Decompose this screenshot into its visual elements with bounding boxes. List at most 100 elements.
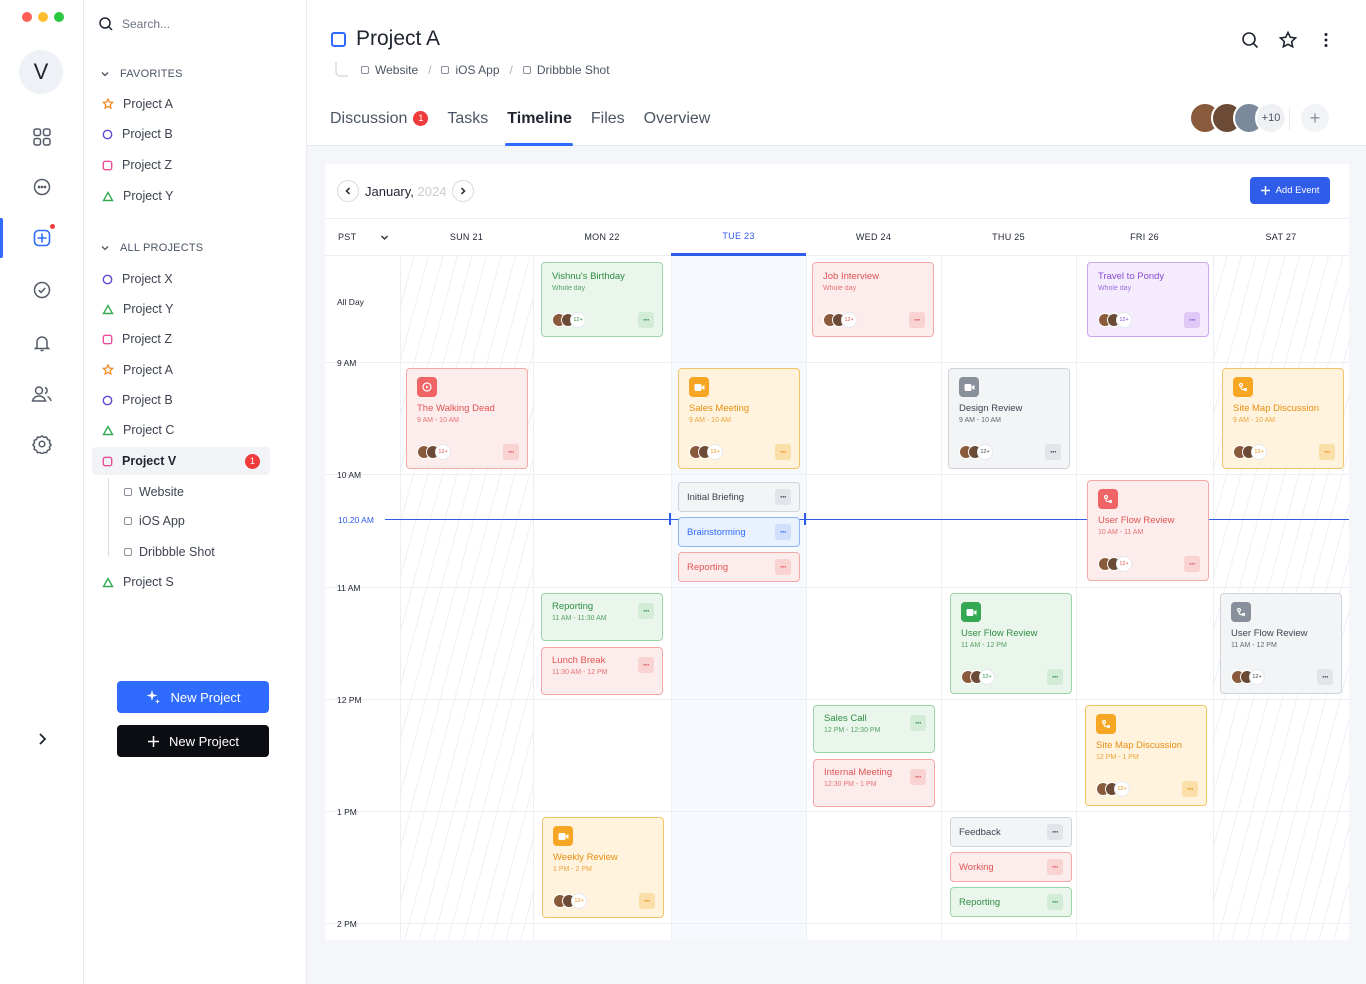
user-avatar[interactable]: V <box>19 50 63 94</box>
event-sales-call[interactable]: Sales Call 12 PM - 12:30 PM ··· <box>813 705 935 753</box>
event-reporting[interactable]: Reporting 11 AM - 11:30 AM ··· <box>541 593 663 641</box>
tab-files[interactable]: Files <box>591 110 634 146</box>
favorites-header[interactable]: FAVORITES <box>100 68 183 80</box>
event-reporting[interactable]: Reporting ··· <box>678 552 800 582</box>
event-working[interactable]: Working ··· <box>950 852 1072 882</box>
attendee-avatars[interactable]: 12+ <box>553 893 587 909</box>
more-horizontal-icon[interactable]: ··· <box>1047 669 1063 685</box>
sidebar-item-project-z[interactable]: Project Z <box>98 325 268 353</box>
event-job-interview[interactable]: Job Interview Whole day 12+ ··· <box>812 262 934 337</box>
attendee-avatars[interactable]: 12+ <box>689 444 723 460</box>
event-the-walking-dead[interactable]: The Walking Dead 9 AM - 10 AM 12+ ··· <box>406 368 528 469</box>
sidebar-item-project-y[interactable]: Project Y <box>98 182 268 210</box>
subpage-website[interactable]: Website <box>124 485 184 499</box>
sidebar-item-project-x[interactable]: Project X <box>98 265 268 293</box>
tab-tasks[interactable]: Tasks <box>447 110 497 146</box>
all-projects-header[interactable]: ALL PROJECTS <box>100 242 203 254</box>
sidebar-item-project-b[interactable]: Project B <box>98 120 268 148</box>
more-horizontal-icon[interactable]: ··· <box>775 489 791 505</box>
expand-sidebar-icon[interactable] <box>34 731 50 752</box>
event-user-flow-review[interactable]: User Flow Review 11 AM - 12 PM 12+ ··· <box>950 593 1072 694</box>
sidebar-item-project-a[interactable]: Project A <box>98 90 268 118</box>
day-header-5[interactable]: FRI 26 <box>1076 218 1213 256</box>
sidebar-item-project-z[interactable]: Project Z <box>98 151 268 179</box>
more-horizontal-icon[interactable]: ··· <box>638 603 654 619</box>
new-project-button-dark[interactable]: New Project <box>117 725 269 757</box>
attendee-avatars[interactable]: 12+ <box>1233 444 1267 460</box>
users-icon[interactable] <box>28 380 56 408</box>
attendee-avatars[interactable]: 12+ <box>1098 312 1132 328</box>
event-reporting[interactable]: Reporting ··· <box>950 887 1072 917</box>
more-horizontal-icon[interactable]: ··· <box>910 715 926 731</box>
more-horizontal-icon[interactable]: ··· <box>1045 444 1061 460</box>
more-horizontal-icon[interactable]: ··· <box>1317 669 1333 685</box>
more-horizontal-icon[interactable]: ··· <box>775 444 791 460</box>
search-placeholder[interactable]: Search... <box>122 17 170 31</box>
breadcrumb-dribbble-shot[interactable]: Dribbble Shot <box>537 63 610 77</box>
event-user-flow-review[interactable]: User Flow Review 11 AM - 12 PM 12+ ··· <box>1220 593 1342 694</box>
event-lunch-break[interactable]: Lunch Break 11:30 AM - 12 PM ··· <box>541 647 663 695</box>
timezone-select[interactable]: PST <box>325 218 400 256</box>
attendee-avatars[interactable]: 12+ <box>1231 669 1265 685</box>
add-event-button[interactable]: Add Event <box>1250 177 1330 204</box>
subpage-dribbble-shot[interactable]: Dribbble Shot <box>124 545 215 559</box>
event-weekly-review[interactable]: Weekly Review 1 PM - 2 PM 12+ ··· <box>542 817 664 918</box>
sidebar-item-project-c[interactable]: Project C <box>98 416 268 444</box>
event-user-flow-review[interactable]: User Flow Review 10 AM - 11 AM 12+ ··· <box>1087 480 1209 581</box>
day-header-0[interactable]: SUN 21 <box>400 218 533 256</box>
attendee-avatars[interactable]: 12+ <box>1096 781 1130 797</box>
more-horizontal-icon[interactable]: ··· <box>909 312 925 328</box>
settings-gear-icon[interactable] <box>28 430 56 458</box>
add-member-button[interactable]: + <box>1301 104 1329 132</box>
more-horizontal-icon[interactable]: ··· <box>1184 556 1200 572</box>
more-horizontal-icon[interactable]: ··· <box>639 893 655 909</box>
more-horizontal-icon[interactable]: ··· <box>1319 444 1335 460</box>
attendee-avatars[interactable]: 12+ <box>1098 556 1132 572</box>
prev-month-button[interactable] <box>337 180 359 202</box>
sidebar-item-project-b[interactable]: Project B <box>98 386 268 414</box>
attendee-avatars[interactable]: 12+ <box>959 444 993 460</box>
attendee-avatars[interactable]: 12+ <box>823 312 857 328</box>
more-horizontal-icon[interactable]: ··· <box>775 524 791 540</box>
subpage-ios-app[interactable]: iOS App <box>124 514 185 528</box>
attendee-avatars[interactable]: 12+ <box>961 669 995 685</box>
event-internal-meeting[interactable]: Internal Meeting 12:30 PM - 1 PM ··· <box>813 759 935 807</box>
more-horizontal-icon[interactable]: ··· <box>1182 781 1198 797</box>
team-avatars[interactable]: +10 <box>1189 102 1287 134</box>
breadcrumb-website[interactable]: Website <box>375 63 418 77</box>
next-month-button[interactable] <box>452 180 474 202</box>
event-site-map-discussion[interactable]: Site Map Discussion 12 PM - 1 PM 12+ ··· <box>1085 705 1207 806</box>
search-icon[interactable] <box>1240 30 1260 50</box>
day-header-3[interactable]: WED 24 <box>806 218 941 256</box>
new-project-button-primary[interactable]: New Project <box>117 681 269 713</box>
close-window-icon[interactable] <box>22 12 32 22</box>
more-horizontal-icon[interactable]: ··· <box>1047 859 1063 875</box>
event-brainstorming[interactable]: Brainstorming ··· <box>678 517 800 547</box>
bell-icon[interactable] <box>28 329 56 357</box>
more-horizontal-icon[interactable]: ··· <box>1047 894 1063 910</box>
sidebar-item-project-v[interactable]: Project V1 <box>92 447 270 475</box>
chat-icon[interactable] <box>28 173 56 201</box>
more-horizontal-icon[interactable]: ··· <box>1184 312 1200 328</box>
attendee-avatars[interactable]: 12+ <box>552 312 586 328</box>
event-feedback[interactable]: Feedback ··· <box>950 817 1072 847</box>
tab-overview[interactable]: Overview <box>644 110 720 146</box>
more-horizontal-icon[interactable]: ··· <box>775 559 791 575</box>
maximize-window-icon[interactable] <box>54 12 64 22</box>
more-horizontal-icon[interactable]: ··· <box>638 312 654 328</box>
attendee-avatars[interactable]: 12+ <box>417 444 451 460</box>
more-horizontal-icon[interactable]: ··· <box>910 769 926 785</box>
more-horizontal-icon[interactable]: ··· <box>503 444 519 460</box>
day-header-1[interactable]: MON 22 <box>533 218 671 256</box>
event-sales-meeting[interactable]: Sales Meeting 9 AM - 10 AM 12+ ··· <box>678 368 800 469</box>
search-box[interactable]: Search... <box>98 16 170 32</box>
sidebar-item-project-y[interactable]: Project Y <box>98 295 268 323</box>
more-horizontal-icon[interactable]: ··· <box>1047 824 1063 840</box>
day-header-4[interactable]: THU 25 <box>941 218 1076 256</box>
day-header-6[interactable]: SAT 27 <box>1213 218 1349 256</box>
event-site-map-discussion[interactable]: Site Map Discussion 9 AM - 10 AM 12+ ··· <box>1222 368 1344 469</box>
event-travel-to-pondy[interactable]: Travel to Pondy Whole day 12+ ··· <box>1087 262 1209 337</box>
event-vishnu-s-birthday[interactable]: Vishnu's Birthday Whole day 12+ ··· <box>541 262 663 337</box>
event-design-review[interactable]: Design Review 9 AM - 10 AM 12+ ··· <box>948 368 1070 469</box>
grid-icon[interactable] <box>28 123 56 151</box>
